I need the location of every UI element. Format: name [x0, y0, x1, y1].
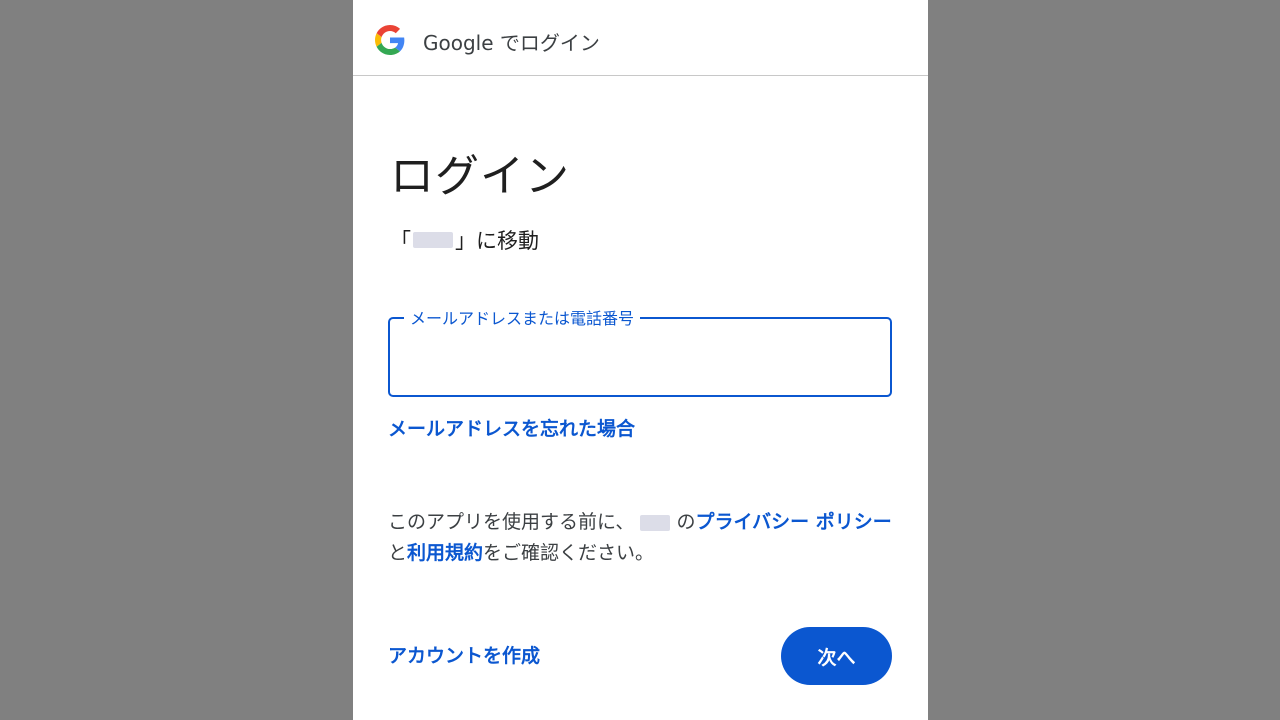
privacy-policy-link[interactable]: プライバシー ポリシー	[695, 511, 891, 533]
destination-suffix: 」に移動	[455, 229, 539, 253]
privacy-notice: このアプリを使用する前に、 のプライバシー ポリシーと利用規約をご確認ください。	[388, 507, 908, 569]
destination-line: 「 」に移動	[390, 225, 539, 255]
email-input[interactable]	[404, 341, 874, 371]
page-title: ログイン	[390, 151, 570, 202]
signin-dialog: Google でログイン ログイン 「 」に移動 メールアドレスまたは電話番号 …	[353, 0, 928, 720]
email-field[interactable]: メールアドレスまたは電話番号	[388, 305, 892, 397]
notice-text-1: このアプリを使用する前に、	[388, 511, 635, 533]
terms-link[interactable]: 利用規約	[407, 542, 483, 564]
create-account-link[interactable]: アカウントを作成	[388, 641, 540, 668]
next-button[interactable]: 次へ	[781, 627, 892, 685]
notice-text-4: をご確認ください。	[483, 542, 655, 564]
dialog-header: Google でログイン	[353, 0, 928, 76]
google-logo-icon	[375, 25, 405, 55]
forgot-email-link[interactable]: メールアドレスを忘れた場合	[388, 414, 635, 441]
notice-text-2: の	[676, 511, 696, 533]
redacted-developer-name	[640, 514, 671, 531]
redacted-app-name	[413, 232, 453, 248]
destination-prefix: 「	[390, 229, 411, 253]
notice-text-3: と	[388, 542, 408, 564]
header-title: Google でログイン	[423, 31, 600, 55]
email-field-label: メールアドレスまたは電話番号	[404, 305, 641, 329]
